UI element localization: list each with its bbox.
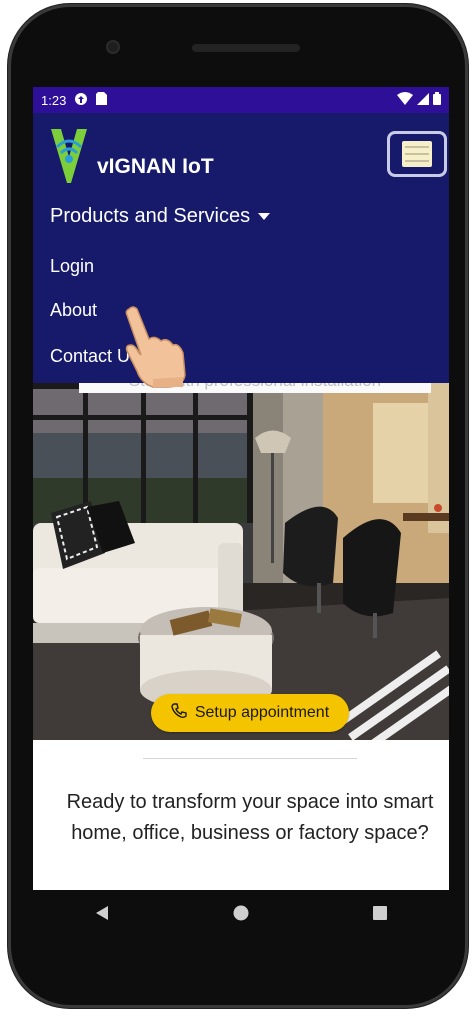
navbar-toggler[interactable] — [387, 131, 447, 177]
recents-icon[interactable] — [373, 905, 387, 925]
living-room-photo — [33, 383, 449, 740]
wifi-icon — [397, 92, 413, 108]
back-icon[interactable] — [95, 905, 109, 926]
brand[interactable]: vIGNAN IoT — [49, 127, 214, 190]
hamburger-menu-icon — [402, 141, 432, 167]
sync-icon — [74, 92, 88, 109]
nav-item-label: Login — [50, 256, 95, 276]
section-divider — [143, 758, 357, 759]
nav-item-products-and-services[interactable]: Products and Services — [50, 205, 271, 228]
battery-icon — [433, 92, 441, 108]
nav-item-label: Products and Services — [50, 205, 251, 227]
setup-appointment-label: Setup appointment — [194, 704, 330, 721]
status-bar: 1:23 — [33, 87, 449, 113]
site-navbar: vIGNAN IoT Products and Services Login A… — [33, 113, 449, 383]
system-navigation-bar — [33, 890, 449, 940]
brand-name: vIGNAN IoT — [97, 154, 214, 178]
signal-icon — [417, 92, 429, 108]
vignan-logo-icon — [49, 127, 89, 190]
nav-item-about[interactable]: About — [50, 300, 97, 321]
camera-icon — [106, 40, 120, 54]
caret-down-icon — [258, 213, 271, 221]
phone-icon — [171, 702, 187, 724]
speaker-grille — [192, 44, 300, 52]
setup-appointment-button[interactable]: Setup appointment — [151, 694, 349, 732]
device-screen: 1:23 vIGNAN IoT Products and Services Lo… — [33, 87, 449, 890]
ready-heading: Ready to transform your space into smart… — [66, 791, 434, 844]
status-time: 1:23 — [41, 92, 67, 108]
pointing-hand-icon — [119, 305, 189, 394]
hero-image: Start with professional installation Set… — [33, 383, 449, 740]
sim-card-icon — [96, 92, 108, 108]
nav-item-label: About — [50, 300, 98, 320]
home-icon[interactable] — [233, 905, 249, 926]
nav-item-login[interactable]: Login — [50, 256, 94, 277]
